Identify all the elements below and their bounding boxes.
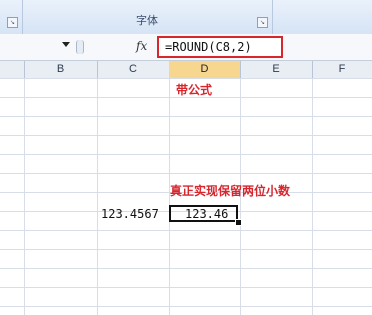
- ribbon-group-alignment: [272, 0, 372, 34]
- font-launcher-icon[interactable]: ↘: [257, 17, 268, 28]
- cell-c8[interactable]: 123.4567: [101, 207, 159, 221]
- column-header-e[interactable]: E: [240, 61, 313, 78]
- annotation-true-rounding: 真正实现保留两位小数: [170, 184, 291, 198]
- column-header-b[interactable]: B: [24, 61, 98, 78]
- cell-d8[interactable]: 123.46: [185, 207, 228, 221]
- annotation-with-formula: 带公式: [176, 83, 213, 97]
- formula-input[interactable]: =ROUND(C8,2): [157, 36, 283, 58]
- font-group-label: 字体: [136, 14, 158, 27]
- formula-bar: fx =ROUND(C8,2): [0, 34, 372, 61]
- fill-handle[interactable]: [235, 219, 242, 226]
- clipboard-launcher-icon[interactable]: ↘: [7, 17, 18, 28]
- column-header-d[interactable]: D: [169, 61, 241, 78]
- gridline: [97, 78, 98, 315]
- formula-bar-splitter[interactable]: [76, 40, 84, 54]
- ribbon-group-clipboard: ↘: [0, 0, 23, 34]
- select-all-corner[interactable]: [0, 61, 25, 78]
- column-header-f[interactable]: F: [312, 61, 372, 78]
- gridline: [24, 78, 25, 315]
- column-header-c[interactable]: C: [97, 61, 170, 78]
- column-header-row: B C D E F: [0, 61, 372, 79]
- ribbon: ↘ 字体 ↘: [0, 0, 372, 35]
- gridline: [312, 78, 313, 315]
- namebox-dropdown-icon[interactable]: [62, 42, 70, 47]
- insert-function-icon[interactable]: fx: [136, 39, 147, 53]
- ribbon-group-font: 字体 ↘: [22, 0, 273, 34]
